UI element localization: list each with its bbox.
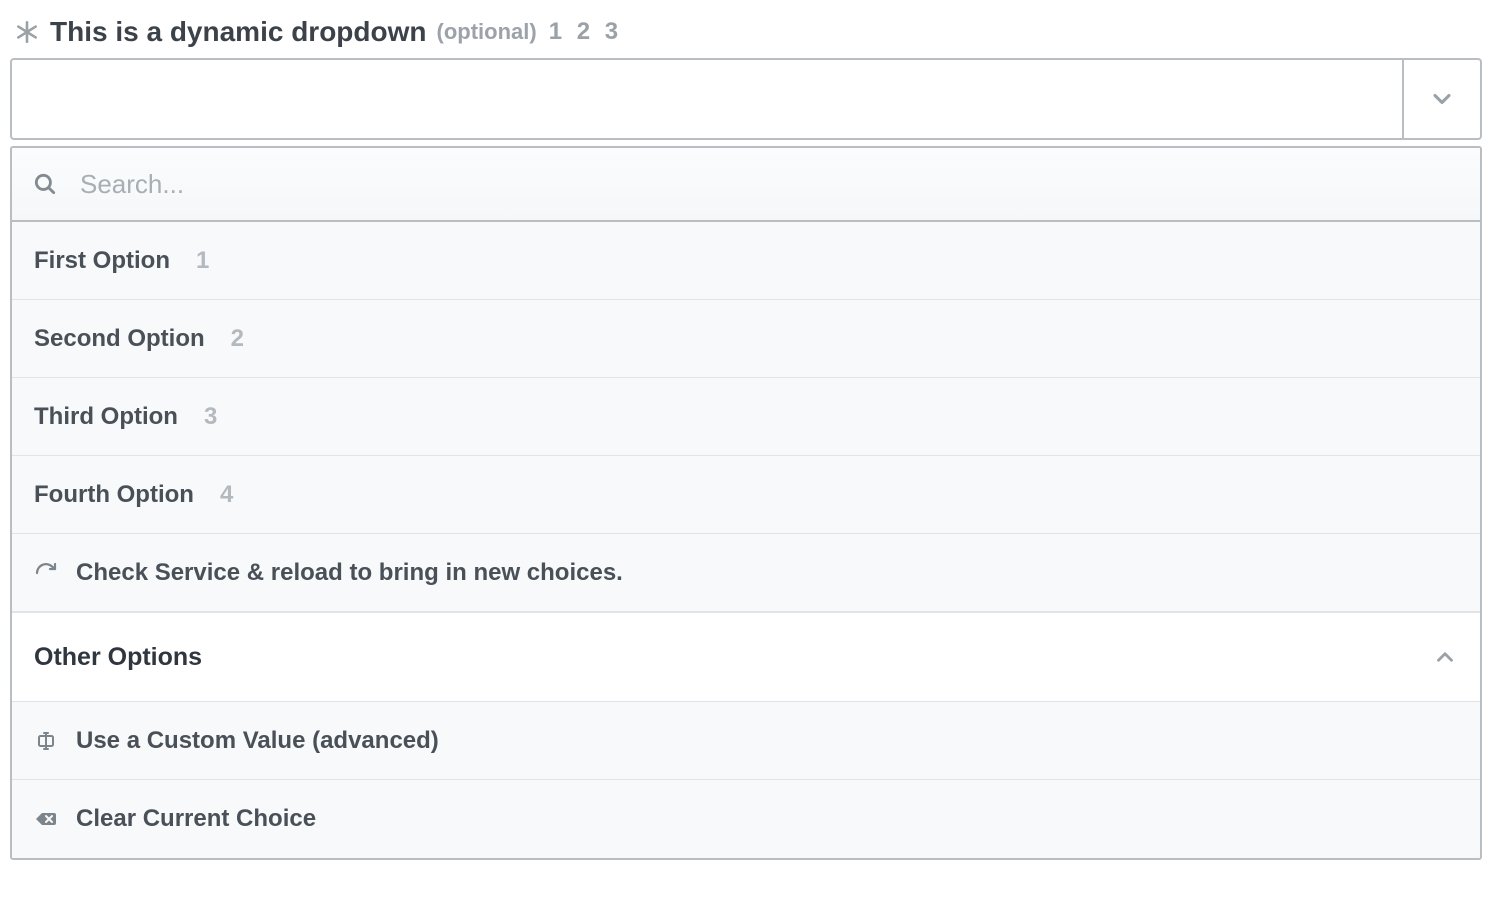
- dropdown-panel: First Option 1 Second Option 2 Third Opt…: [10, 146, 1482, 860]
- chevron-down-icon: [1428, 85, 1456, 113]
- option-id: 4: [220, 481, 233, 509]
- dropdown-selected-value[interactable]: [12, 60, 1402, 138]
- backspace-icon: [34, 807, 58, 831]
- option-item[interactable]: First Option 1: [12, 222, 1480, 300]
- custom-value-label: Use a Custom Value (advanced): [76, 727, 439, 755]
- search-icon: [32, 171, 58, 197]
- search-row: [12, 148, 1480, 222]
- field-optional-label: (optional): [437, 19, 537, 45]
- other-options-label: Other Options: [34, 643, 202, 672]
- option-id: 3: [204, 403, 217, 431]
- option-item[interactable]: Third Option 3: [12, 378, 1480, 456]
- option-label: Third Option: [34, 403, 178, 431]
- field-example-values: 1 2 3: [547, 18, 622, 46]
- option-label: Second Option: [34, 325, 205, 353]
- option-item[interactable]: Fourth Option 4: [12, 456, 1480, 534]
- option-label: First Option: [34, 247, 170, 275]
- custom-value-icon: [34, 729, 58, 753]
- search-input[interactable]: [78, 168, 1460, 201]
- asterisk-icon: [14, 19, 40, 45]
- clear-choice-label: Clear Current Choice: [76, 805, 316, 833]
- custom-value-action[interactable]: Use a Custom Value (advanced): [12, 702, 1480, 780]
- option-id: 2: [231, 325, 244, 353]
- option-id: 1: [196, 247, 209, 275]
- field-header: This is a dynamic dropdown (optional) 1 …: [10, 10, 1482, 58]
- option-item[interactable]: Second Option 2: [12, 300, 1480, 378]
- option-label: Fourth Option: [34, 481, 194, 509]
- other-options-header[interactable]: Other Options: [12, 612, 1480, 702]
- reload-label: Check Service & reload to bring in new c…: [76, 559, 623, 587]
- reload-icon: [34, 561, 58, 585]
- dropdown-select[interactable]: [10, 58, 1482, 140]
- field-title: This is a dynamic dropdown: [50, 16, 427, 48]
- chevron-up-icon: [1432, 644, 1458, 670]
- reload-choices-action[interactable]: Check Service & reload to bring in new c…: [12, 534, 1480, 612]
- dropdown-caret-button[interactable]: [1402, 60, 1480, 138]
- clear-choice-action[interactable]: Clear Current Choice: [12, 780, 1480, 858]
